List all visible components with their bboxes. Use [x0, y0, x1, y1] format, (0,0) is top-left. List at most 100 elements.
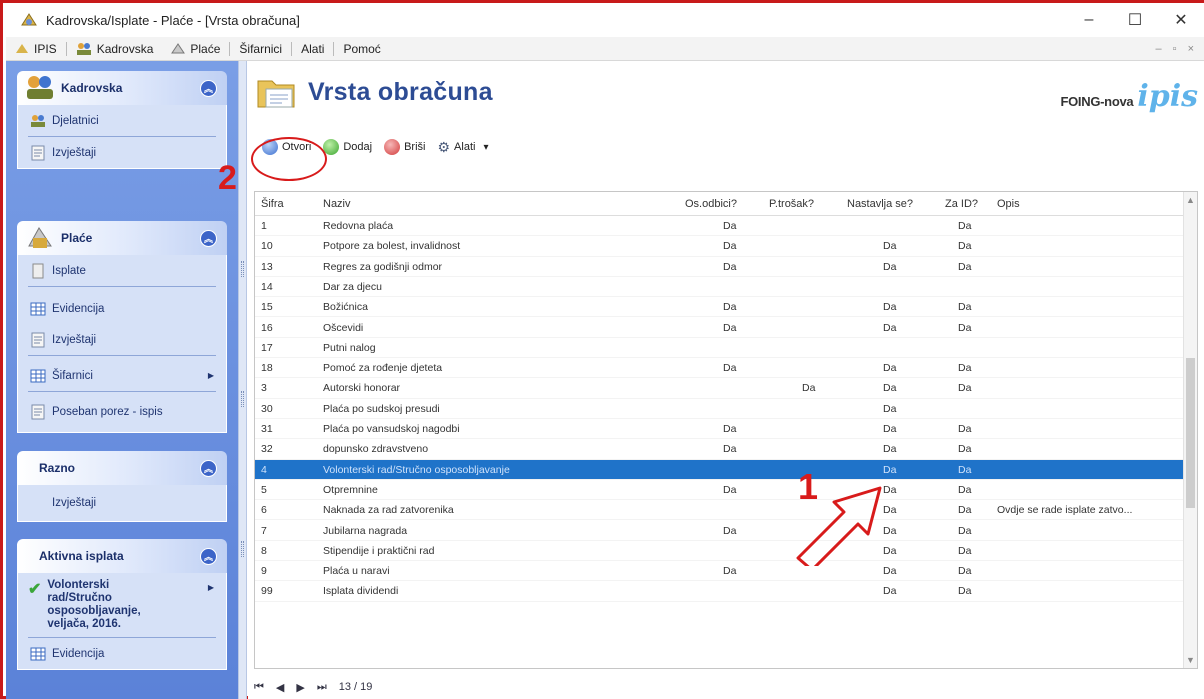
table-cell: Da: [723, 565, 737, 578]
group-aktivna-header[interactable]: Aktivna isplata ︽: [17, 539, 227, 573]
sidebar-item-evidencija[interactable]: Evidencija: [18, 293, 226, 324]
table-row[interactable]: 18 Pomoć za rođenje djeteta Da Da Da: [255, 358, 1185, 379]
scroll-up-icon[interactable]: ▲: [1186, 195, 1195, 205]
first-record-icon[interactable]: ⏮: [254, 681, 264, 694]
table-cell: Plaća po vansudskoj nagodbi: [323, 423, 460, 435]
table-row[interactable]: 14 Dar za djecu: [255, 277, 1185, 298]
table-row[interactable]: 13 Regres za godišnji odmor Da Da Da: [255, 257, 1185, 277]
table-cell: Da: [723, 423, 737, 435]
menu-alati[interactable]: Alati: [292, 37, 333, 61]
column-za-id[interactable]: Za ID?: [945, 198, 978, 210]
scrollbar-thumb[interactable]: [1186, 358, 1195, 508]
table-cell: Da: [723, 301, 737, 314]
sidebar-splitter[interactable]: [238, 61, 247, 699]
table-cell: Autorski honorar: [323, 382, 401, 395]
table-cell: Da: [958, 544, 972, 557]
table-cell: Plaća u naravi: [323, 565, 390, 578]
prev-record-icon[interactable]: ◀: [276, 681, 284, 694]
table-row[interactable]: 10 Potpore za bolest, invalidnost Da Da Da: [255, 236, 1185, 257]
delete-icon: [384, 139, 401, 155]
close-button[interactable]: ✕: [1158, 3, 1204, 37]
menu-sifarnici[interactable]: Šifarnici: [230, 37, 291, 61]
sidebar-item-evidencija-aktivna[interactable]: Evidencija: [18, 638, 226, 669]
table-row[interactable]: 8 Stipendije i praktični rad Da Da: [255, 541, 1185, 562]
vertical-scrollbar[interactable]: ▲ ▼: [1183, 192, 1197, 668]
group-razno-header[interactable]: Razno ︽: [17, 451, 227, 485]
collapse-icon[interactable]: ︽: [200, 229, 217, 247]
scroll-down-icon[interactable]: ▼: [1186, 655, 1195, 665]
brisi-button[interactable]: Briši: [378, 136, 431, 158]
alati-button[interactable]: ⚙ Alati ▾: [431, 136, 494, 158]
collapse-icon[interactable]: ︽: [200, 79, 217, 97]
table-row[interactable]: 3 Autorski honorar Da Da Da: [255, 378, 1185, 399]
table-row[interactable]: 16 Ošcevidi Da Da Da: [255, 318, 1185, 338]
group-place: Plaće ︽ Isplate Evidencija Izvještaji Ši…: [17, 221, 227, 433]
table-cell: Da: [723, 240, 737, 253]
menu-pomoc[interactable]: Pomoć: [334, 37, 389, 61]
annotation-circle: [251, 137, 327, 181]
table-row[interactable]: 15 Božićnica Da Da Da: [255, 297, 1185, 318]
table-row[interactable]: 7 Jubilarna nagrada Da Da Da: [255, 521, 1185, 541]
table-cell: 5: [261, 483, 267, 496]
table-cell: Da: [723, 362, 737, 375]
sidebar-item-izvjestaji-place[interactable]: Izvještaji: [18, 324, 226, 355]
sidebar-item-isplate[interactable]: Isplate: [18, 255, 226, 286]
column-sifra[interactable]: Šifra: [261, 198, 284, 210]
table-cell: Ovdje se rade isplate zatvo...: [997, 504, 1133, 517]
table-cell: 17: [261, 341, 273, 354]
table-row[interactable]: 99 Isplata dividendi Da Da: [255, 581, 1185, 602]
sidebar-item-izvjestaji-razno[interactable]: Izvještaji: [18, 485, 226, 521]
main-content: Vrsta obračuna FOING-nova ipis Otvori Do…: [218, 61, 1204, 699]
menu-ipis[interactable]: IPIS: [6, 37, 66, 61]
menu-place[interactable]: Plaće: [162, 37, 229, 61]
active-payout-item[interactable]: ✔ Volonterski rad/Stručno osposobljavanj…: [18, 573, 226, 637]
table-cell: Da: [958, 301, 972, 314]
menu-kadrovska[interactable]: Kadrovska: [67, 37, 163, 61]
column-nastavlja-se[interactable]: Nastavlja se?: [847, 198, 913, 210]
people-icon: [31, 114, 45, 127]
table-row[interactable]: 32 dopunsko zdravstveno Da Da Da: [255, 439, 1185, 460]
column-os-odbici[interactable]: Os.odbici?: [685, 198, 737, 210]
table-cell: 15: [261, 301, 273, 314]
data-grid[interactable]: Šifra Naziv Os.odbici? P.trošak? Nastavl…: [254, 191, 1198, 669]
table-row[interactable]: 4 Volonterski rad/Stručno osposobljavanje…: [255, 459, 1185, 480]
toolbar: Otvori Dodaj Briši ⚙ Alati ▾ 2: [218, 123, 1204, 197]
place-icon: [171, 42, 186, 53]
column-opis[interactable]: Opis: [997, 198, 1020, 210]
grid-header: Šifra Naziv Os.odbici? P.trošak? Nastavl…: [255, 192, 1185, 216]
table-row[interactable]: 9 Plaća u naravi Da Da Da: [255, 561, 1185, 582]
column-p-trosak[interactable]: P.trošak?: [769, 198, 814, 210]
collapse-icon[interactable]: ︽: [200, 547, 217, 565]
minimize-button[interactable]: –: [1066, 3, 1112, 37]
column-naziv[interactable]: Naziv: [323, 198, 351, 210]
group-place-header[interactable]: Plaće ︽: [17, 221, 227, 255]
group-razno: Razno ︽ Izvještaji: [17, 451, 227, 522]
collapse-icon[interactable]: ︽: [200, 459, 217, 477]
sidebar-item-sifarnici[interactable]: Šifarnici ▶: [18, 360, 226, 391]
mdi-controls[interactable]: – ▫ ×: [1155, 43, 1198, 55]
last-record-icon[interactable]: ⏭: [317, 681, 327, 694]
table-cell: Da: [883, 240, 897, 253]
table-row[interactable]: 5 Otpremnine Da Da Da: [255, 480, 1185, 501]
table-cell: Potpore za bolest, invalidnost: [323, 240, 461, 253]
annotation-number-1: 1: [798, 466, 819, 507]
sidebar-item-poseban-porez[interactable]: Poseban porez - ispis: [18, 392, 226, 432]
app-icon: [21, 13, 37, 26]
submenu-arrow-icon: ▶: [207, 583, 214, 592]
table-row[interactable]: 31 Plaća po vansudskoj nagodbi Da Da Da: [255, 419, 1185, 440]
table-row[interactable]: 6 Naknada za rad zatvorenika Da Da Ovdje se …: [255, 500, 1185, 521]
next-record-icon[interactable]: ▶: [296, 681, 304, 694]
table-cell: Da: [958, 524, 972, 537]
table-row[interactable]: 17 Putni nalog: [255, 338, 1185, 359]
page-title: Vrsta obračuna: [308, 77, 493, 106]
table-row[interactable]: 1 Redovna plaća Da Da: [255, 216, 1185, 237]
table-cell: Naknada za rad zatvorenika: [323, 504, 454, 517]
table-row[interactable]: 30 Plaća po sudskoj presudi Da: [255, 399, 1185, 419]
navigation-sidebar: Kadrovska ︽ Djelatnici Izvještaji Plaće …: [6, 61, 238, 699]
table-cell: Otpremnine: [323, 483, 378, 496]
sidebar-item-izvjestaji[interactable]: Izvještaji: [18, 137, 226, 168]
sidebar-item-djelatnici[interactable]: Djelatnici: [18, 105, 226, 136]
table-cell: Da: [958, 565, 972, 578]
maximize-button[interactable]: ☐: [1112, 3, 1158, 37]
group-kadrovska-header[interactable]: Kadrovska ︽: [17, 71, 227, 105]
